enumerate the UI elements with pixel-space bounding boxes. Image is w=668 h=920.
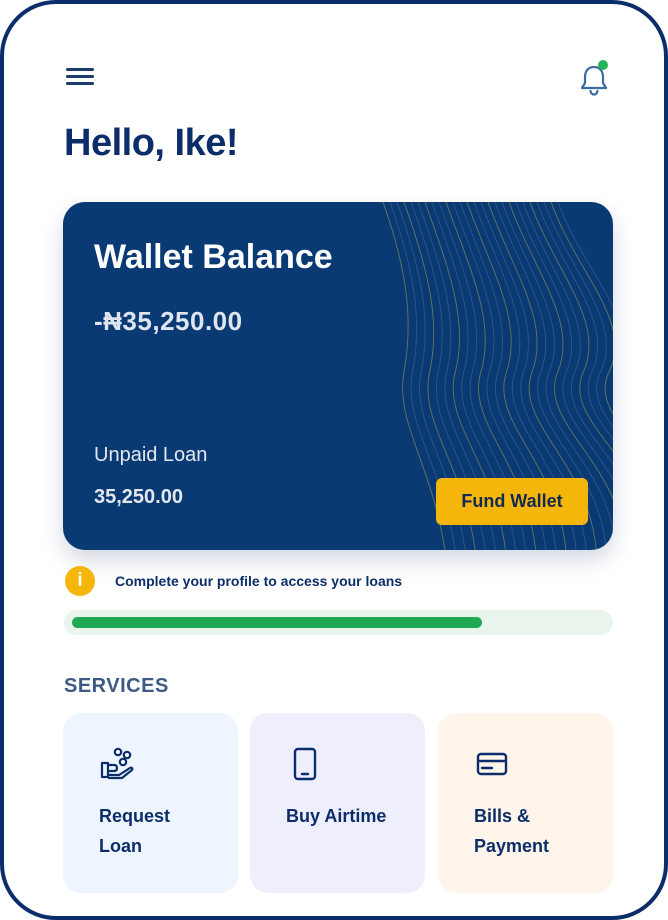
hand-coins-icon	[97, 747, 137, 786]
hamburger-menu-icon[interactable]	[66, 66, 96, 88]
greeting-heading: Hello, Ike!	[64, 122, 239, 164]
profile-progress-fill	[72, 617, 483, 628]
wallet-balance-card: Wallet Balance -₦35,250.00 Unpaid Loan 3…	[63, 202, 613, 550]
bell-icon[interactable]	[578, 60, 614, 96]
service-bills-payment[interactable]: Bills & Payment	[438, 713, 613, 893]
unpaid-loan-amount: 35,250.00	[94, 486, 183, 508]
services-heading: SERVICES	[64, 675, 169, 697]
complete-profile-notice[interactable]: Complete your profile to access your loa…	[115, 573, 402, 589]
service-label: Buy Airtime	[286, 806, 387, 826]
credit-card-icon	[472, 747, 512, 786]
service-buy-airtime[interactable]: Buy Airtime	[250, 713, 425, 893]
wallet-balance-title: Wallet Balance	[94, 238, 333, 276]
notification-dot	[598, 60, 608, 70]
profile-progress-bar	[64, 610, 613, 635]
service-label: Bills & Payment	[474, 806, 550, 856]
service-label: Request Loan	[99, 806, 171, 856]
fund-wallet-button[interactable]: Fund Wallet	[436, 478, 588, 525]
service-request-loan[interactable]: Request Loan	[63, 713, 238, 893]
unpaid-loan-label: Unpaid Loan	[94, 444, 208, 466]
wallet-balance-amount: -₦35,250.00	[94, 306, 243, 336]
phone-icon	[284, 747, 324, 786]
info-icon: i	[65, 566, 95, 596]
phone-frame: Hello, Ike! Wallet Balance -₦35,250.00 U…	[0, 0, 668, 920]
